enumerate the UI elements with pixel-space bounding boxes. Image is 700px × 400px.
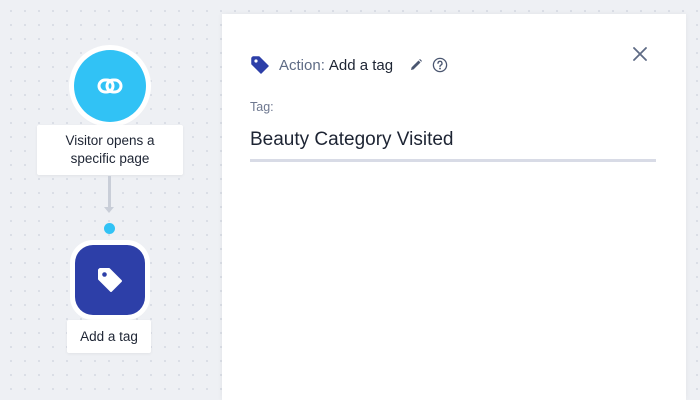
tag-icon — [250, 55, 270, 75]
panel-header: Action: Add a tag — [250, 54, 448, 76]
link-icon — [95, 71, 125, 101]
action-node[interactable] — [75, 245, 145, 315]
connector-line — [108, 176, 111, 210]
action-node-label[interactable]: Add a tag — [67, 320, 151, 353]
panel-header-prefix: Action: — [279, 56, 325, 74]
action-settings-panel: Action: Add a tag Tag: — [222, 14, 686, 400]
connector-dot[interactable] — [104, 223, 115, 234]
help-icon[interactable] — [432, 57, 448, 73]
edit-icon[interactable] — [409, 58, 423, 72]
connector-arrow-icon — [104, 207, 114, 213]
flow-canvas[interactable]: Visitor opens a specific page Add a tag — [0, 0, 222, 400]
trigger-node-label[interactable]: Visitor opens a specific page — [37, 125, 183, 175]
close-button[interactable] — [630, 44, 650, 64]
tag-icon — [94, 264, 126, 296]
close-icon — [632, 46, 648, 62]
tag-field-label: Tag: — [250, 100, 274, 114]
panel-title: Add a tag — [328, 56, 394, 74]
trigger-node[interactable] — [74, 50, 146, 122]
tag-input[interactable] — [250, 124, 656, 162]
